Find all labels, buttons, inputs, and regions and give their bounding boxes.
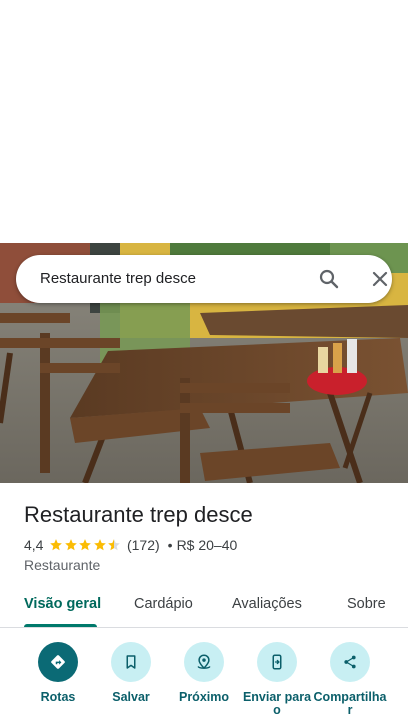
rating-value: 4,4	[24, 537, 44, 553]
send-to-phone-label: Enviar para o	[242, 690, 312, 717]
nearby-icon	[197, 654, 211, 670]
directions-label: Rotas	[40, 690, 76, 704]
star-icon	[94, 539, 106, 551]
search-input[interactable]: Restaurante trep desce	[40, 270, 196, 287]
separator-dot: •	[167, 537, 173, 553]
action-bar: Rotas Salvar Próximo Enviar para o Compa…	[0, 640, 408, 726]
send-to-phone-button[interactable]: Enviar para o	[237, 642, 317, 717]
star-rating	[49, 538, 122, 552]
tab-menu[interactable]: Cardápio	[134, 596, 193, 612]
share-button-circle[interactable]	[330, 642, 370, 682]
star-icon	[108, 539, 121, 551]
star-icon	[79, 539, 92, 551]
tab-about[interactable]: Sobre	[347, 596, 386, 612]
star-icon	[50, 539, 63, 551]
save-button-circle[interactable]	[111, 642, 151, 682]
price-range: R$ 20–40	[176, 537, 238, 553]
directions-button[interactable]: Rotas	[18, 642, 98, 704]
tab-bar: Visão geral Cardápio Avaliações Sobre	[0, 584, 408, 628]
send-to-phone-icon	[272, 654, 282, 670]
tab-overview[interactable]: Visão geral	[24, 596, 101, 612]
share-button[interactable]: Compartilhar	[310, 642, 390, 717]
star-icon	[65, 539, 77, 551]
share-label: Compartilhar	[313, 690, 387, 717]
directions-button-circle[interactable]	[38, 642, 78, 682]
map-area-blank	[0, 0, 408, 243]
place-title: Restaurante trep desce	[24, 502, 253, 527]
active-tab-indicator	[24, 624, 97, 627]
save-label: Salvar	[112, 690, 150, 704]
rating-row[interactable]: 4,4 (172) • R$ 20–40	[24, 536, 237, 554]
send-to-phone-button-circle[interactable]	[257, 642, 297, 682]
search-bar[interactable]: Restaurante trep desce	[16, 255, 392, 303]
nearby-button-circle[interactable]	[184, 642, 224, 682]
close-icon[interactable]	[368, 267, 392, 291]
place-category: Restaurante	[24, 557, 101, 573]
review-count[interactable]: (172)	[127, 537, 160, 553]
bookmark-icon	[126, 655, 136, 669]
directions-icon	[51, 655, 65, 669]
nearby-button[interactable]: Próximo	[164, 642, 244, 704]
search-icon[interactable]	[317, 267, 341, 291]
nearby-label: Próximo	[178, 690, 229, 704]
tab-reviews[interactable]: Avaliações	[232, 596, 302, 612]
share-icon	[344, 655, 356, 669]
save-button[interactable]: Salvar	[91, 642, 171, 704]
